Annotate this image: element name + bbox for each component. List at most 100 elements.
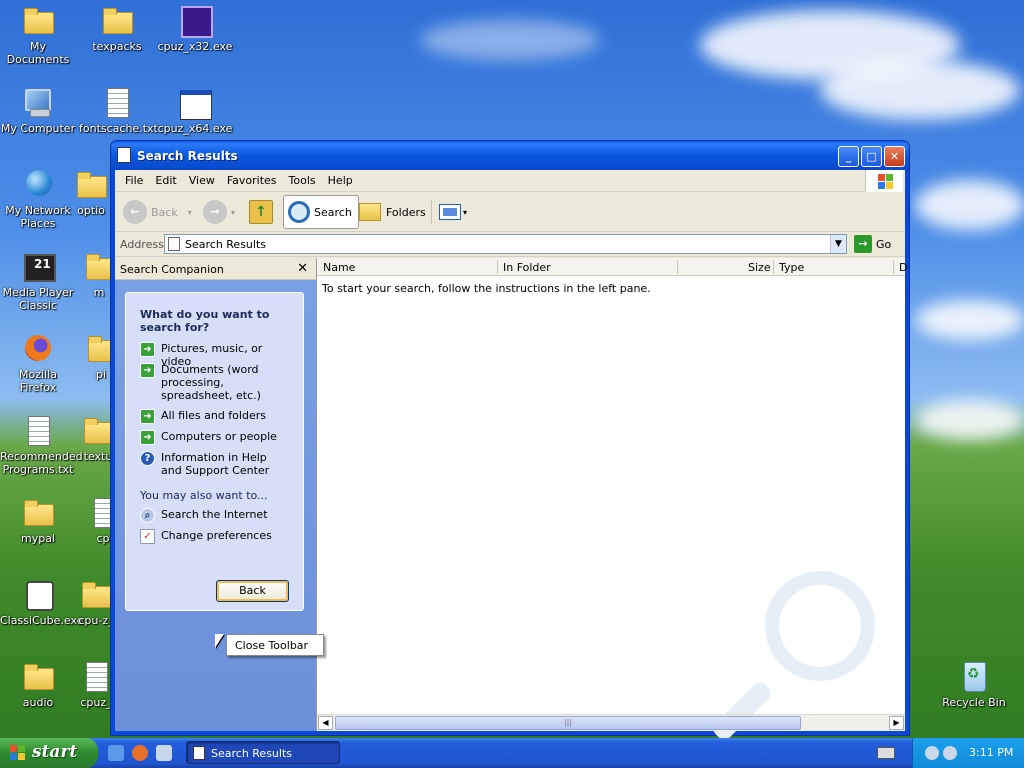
column-size[interactable]: Size (748, 261, 771, 274)
toolbar-separator (431, 200, 432, 224)
quicklaunch-ie-icon[interactable] (108, 745, 124, 761)
forward-arrow-icon: → (203, 200, 227, 224)
option-help-support-center[interactable]: ? Information in Help and Support Center (140, 451, 290, 477)
column-separator[interactable] (773, 260, 774, 274)
horizontal-scrollbar[interactable]: ◀ ||| ▶ (317, 714, 905, 731)
desktop-icon-media-player-classic[interactable]: Media Player Classic (0, 250, 76, 312)
option-label: Information in Help and Support Center (161, 451, 270, 477)
desktop-icon-recommended-programs[interactable]: Recommended Programs.txt (0, 414, 83, 476)
column-in-folder[interactable]: In Folder (503, 261, 551, 274)
go-button[interactable]: → Go (854, 235, 891, 253)
scroll-left-icon[interactable]: ◀ (318, 716, 333, 730)
quicklaunch-show-desktop-icon[interactable] (156, 745, 172, 761)
menu-file[interactable]: File (119, 170, 149, 191)
menu-help[interactable]: Help (322, 170, 359, 191)
close-toolbar-menu-item[interactable]: Close Toolbar (226, 634, 324, 656)
system-tray: 3:11 PM (912, 738, 1024, 768)
companion-back-button[interactable]: Back (216, 580, 289, 602)
desktop-icon-label: cpuz_x32.exe (157, 40, 233, 53)
magnifier-handle (710, 679, 774, 743)
address-bar: Address Search Results ▼ → Go (115, 232, 905, 257)
menu-tools[interactable]: Tools (283, 170, 322, 191)
desktop-icon-audio[interactable]: audio (0, 660, 76, 709)
desktop-icon-mozilla-firefox[interactable]: Mozilla Firefox (0, 332, 76, 394)
desktop-icon-my-computer[interactable]: My Computer (0, 86, 76, 135)
folders-label: Folders (386, 205, 426, 219)
desktop-icon-label: m (93, 286, 105, 299)
search-button[interactable]: Search (283, 195, 359, 229)
views-button[interactable]: ▾ (439, 196, 467, 228)
minimize-button[interactable]: _ (838, 146, 859, 167)
green-arrow-icon: ➜ (140, 430, 155, 445)
desktop-icon-label: pi (95, 368, 107, 381)
option-label: All files and folders (161, 409, 266, 422)
back-label: Back (151, 205, 178, 219)
option-documents[interactable]: ➜ Documents (word processing, spreadshee… (140, 363, 290, 402)
desktop-icon-classicube[interactable]: ClassiCube.exe (0, 578, 83, 627)
desktop-icon-texpacks[interactable]: texpacks (79, 4, 155, 53)
taskbar-item-search-results[interactable]: Search Results (186, 741, 340, 764)
address-label: Address (120, 238, 164, 251)
desktop-icon-cpu-z[interactable]: cpu-z_ (78, 578, 114, 627)
close-pane-icon[interactable]: ✕ (297, 261, 308, 276)
option-search-internet[interactable]: ⌕ Search the Internet (140, 508, 290, 523)
network-icon (22, 168, 54, 200)
desktop-icon-recycle-bin[interactable]: Recycle Bin (936, 660, 1012, 709)
folders-button[interactable]: Folders (359, 196, 426, 228)
folders-icon (359, 203, 381, 221)
column-type[interactable]: Type (779, 261, 804, 274)
desktop-icon-label: Recycle Bin (942, 696, 1006, 709)
keyboard-icon[interactable] (877, 747, 895, 759)
cloud (915, 300, 1024, 340)
windows-logo-icon (865, 170, 903, 192)
tray-network-icon[interactable] (925, 746, 939, 760)
option-computers-people[interactable]: ➜ Computers or people (140, 430, 290, 445)
desktop-icon-optio[interactable]: optio (66, 168, 116, 217)
go-arrow-icon: → (854, 235, 872, 253)
forward-button[interactable]: → ▾ (203, 196, 235, 228)
close-button[interactable]: ✕ (884, 146, 905, 167)
desktop-icon-label: Mozilla Firefox (19, 368, 57, 394)
task-label: Search Results (211, 747, 293, 760)
address-dropdown-icon[interactable]: ▼ (830, 235, 846, 253)
desktop-icon-cpuz-x64[interactable]: cpuz_x64.exe (157, 86, 233, 135)
up-folder-button[interactable]: ↑ (249, 196, 273, 228)
back-dropdown-icon[interactable]: ▾ (188, 208, 192, 217)
option-all-files-folders[interactable]: ➜ All files and folders (140, 409, 290, 424)
search-companion-title: Search Companion (120, 263, 224, 276)
search-question-heading: What do you want to search for? (140, 308, 270, 334)
text-file-icon (22, 414, 54, 446)
column-separator[interactable] (677, 260, 678, 274)
scroll-right-icon[interactable]: ▶ (889, 716, 904, 730)
option-label: Search the Internet (161, 508, 268, 521)
start-button[interactable]: start (0, 738, 98, 768)
desktop-icon-mypal[interactable]: mypal (0, 496, 76, 545)
desktop-icon-cpuz-x32[interactable]: cpuz_x32.exe (157, 4, 233, 53)
tray-volume-icon[interactable] (943, 746, 957, 760)
desktop-icon-label: texpacks (92, 40, 142, 53)
column-separator[interactable] (893, 260, 894, 274)
views-dropdown-icon[interactable]: ▾ (463, 208, 467, 217)
green-arrow-icon: ➜ (140, 342, 155, 357)
menu-favorites[interactable]: Favorites (221, 170, 283, 191)
menu-edit[interactable]: Edit (149, 170, 182, 191)
column-date[interactable]: D (899, 261, 907, 274)
results-instruction: To start your search, follow the instruc… (322, 282, 651, 295)
desktop-icon-my-documents[interactable]: My Documents (0, 4, 76, 66)
back-button[interactable]: ← Back ▾ (123, 196, 192, 228)
address-field[interactable]: Search Results ▼ (164, 234, 847, 254)
option-change-preferences[interactable]: ✓ Change preferences (140, 529, 290, 544)
forward-dropdown-icon[interactable]: ▾ (231, 208, 235, 217)
menu-view[interactable]: View (183, 170, 221, 191)
search-label: Search (314, 205, 352, 219)
maximize-button[interactable]: □ (861, 146, 882, 167)
window-titlebar[interactable]: Search Results _ □ ✕ (111, 141, 909, 170)
desktop-icon-my-network-places[interactable]: My Network Places (0, 168, 76, 230)
desktop-icon-cpuz[interactable]: cpuz_ (78, 660, 114, 709)
scrollbar-thumb[interactable]: ||| (335, 716, 801, 730)
quicklaunch-firefox-icon[interactable] (132, 745, 148, 761)
clock[interactable]: 3:11 PM (969, 746, 1013, 759)
column-separator[interactable] (497, 260, 498, 274)
column-name[interactable]: Name (323, 261, 355, 274)
desktop-icon-fontscache[interactable]: fontscache.txt (79, 86, 158, 135)
